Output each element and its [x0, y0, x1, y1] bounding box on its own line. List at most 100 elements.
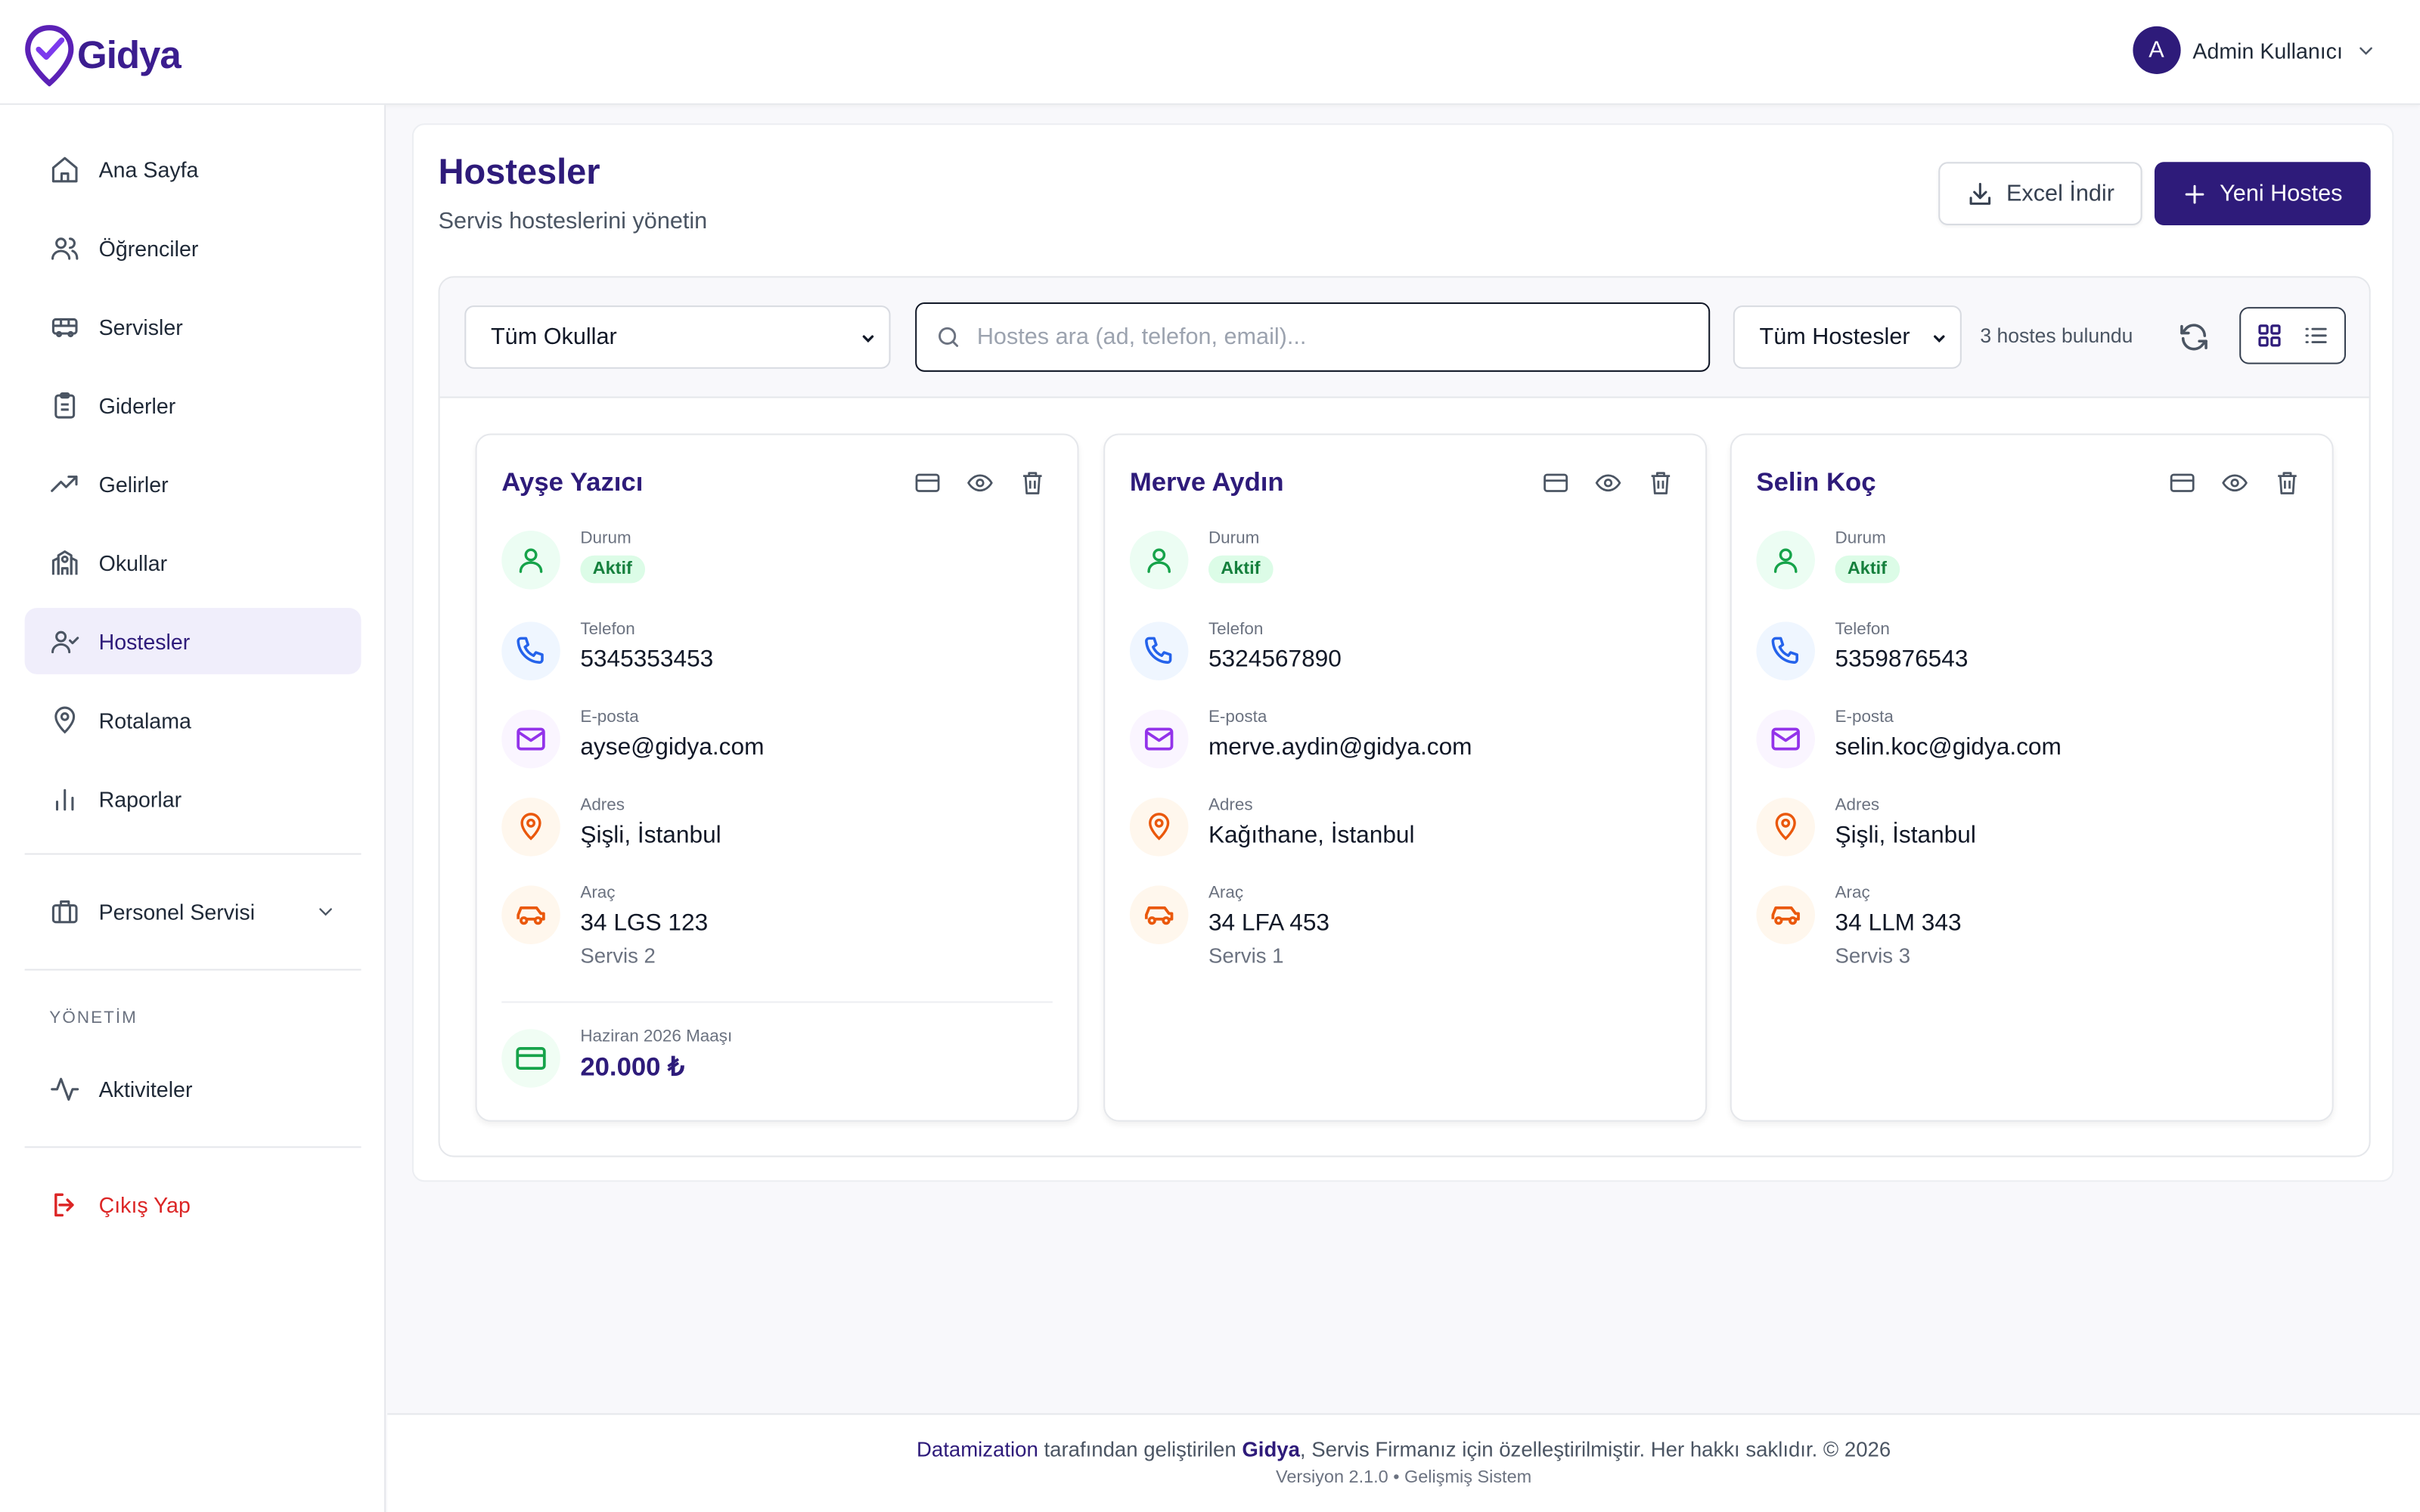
- search-input[interactable]: [976, 324, 1656, 351]
- vehicle-plate: 34 LGS 123: [580, 910, 709, 937]
- footer-product-link[interactable]: Gidya: [1242, 1438, 1300, 1461]
- footer-company-link[interactable]: Datamization: [917, 1438, 1038, 1461]
- email-label: E-posta: [1835, 708, 1894, 727]
- clipboard-icon: [54, 392, 76, 418]
- refresh-icon[interactable]: [2178, 321, 2211, 361]
- logout-label: Çıkış Yap: [98, 1191, 191, 1217]
- address-label: Adres: [1208, 796, 1253, 815]
- sidebar-divider: [24, 968, 361, 971]
- sidebar-item-giderler[interactable]: Giderler: [25, 372, 361, 438]
- sidebar-item-servisler[interactable]: Servisler: [25, 293, 361, 360]
- school-filter-value: Tüm Okullar: [490, 324, 617, 351]
- email-row: E-posta merve.aydin@gidya.com: [1129, 707, 1472, 775]
- filter-bar: Tüm Okullar Tüm Hostesler 3 hostes bulun…: [439, 277, 2369, 398]
- user-name: Admin Kullanıcı: [2192, 37, 2343, 63]
- sidebar-nav: Ana Sayfa Öğrenciler Servisler Giderler …: [24, 136, 361, 844]
- excel-download-button[interactable]: Excel İndir: [1938, 162, 2142, 225]
- grid-view-icon[interactable]: [2257, 323, 2283, 349]
- footer: Datamization tarafından geliştirilen Gid…: [387, 1413, 2420, 1512]
- sidebar-item-label: Okullar: [98, 550, 168, 575]
- sidebar-item-label: Gelirler: [98, 471, 169, 497]
- phone-label: Telefon: [1208, 620, 1264, 639]
- search-field[interactable]: [915, 302, 1711, 372]
- vehicle-row: Araç 34 LFA 453 Servis 1: [1129, 882, 1329, 968]
- sidebar-item-okullar[interactable]: Okullar: [25, 529, 361, 596]
- new-hostess-label: Yeni Hostes: [2220, 180, 2343, 207]
- logo[interactable]: Gidya: [25, 25, 182, 87]
- hostess-name[interactable]: Selin Koç: [1756, 467, 1876, 498]
- eye-icon[interactable]: [2221, 469, 2249, 497]
- user-menu[interactable]: A Admin Kullanıcı: [2132, 26, 2377, 74]
- top-bar: Gidya A Admin Kullanıcı: [0, 0, 2420, 105]
- hostess-name[interactable]: Merve Aydın: [1130, 467, 1284, 498]
- sidebar-item-aktiviteler[interactable]: Aktiviteler: [25, 1055, 361, 1122]
- map-pin-icon: [54, 705, 76, 733]
- sidebar-item-hostesler[interactable]: Hostesler: [24, 608, 361, 674]
- eye-icon[interactable]: [966, 469, 994, 497]
- address-label: Adres: [1835, 796, 1880, 815]
- eye-icon[interactable]: [1594, 469, 1622, 497]
- phone-row: Telefon 5324567890: [1129, 618, 1342, 686]
- sidebar-item-label: Aktiviteler: [98, 1076, 193, 1101]
- hostess-name[interactable]: Ayşe Yazıcı: [501, 467, 643, 498]
- map-pin-icon: [501, 798, 560, 857]
- mail-icon: [1756, 709, 1815, 769]
- user-icon: [1129, 531, 1189, 590]
- hostess-card: Ayşe Yazıcı Durum Aktif Telefon 5345353453 E-…: [475, 433, 1079, 1122]
- sidebar-item-ana-sayfa[interactable]: Ana Sayfa: [25, 136, 361, 203]
- sidebar-item-label: Rotalama: [98, 707, 191, 733]
- map-pin-icon: [1756, 798, 1815, 857]
- vehicle-label: Araç: [580, 884, 616, 903]
- chevron-down-icon: [862, 335, 874, 343]
- trash-icon[interactable]: [1647, 469, 1675, 497]
- status-filter-select[interactable]: Tüm Hostesler: [1733, 305, 1962, 369]
- page-subtitle: Servis hostеslerini yönetin: [438, 208, 708, 235]
- briefcase-icon: [51, 899, 78, 923]
- email-label: E-posta: [580, 708, 639, 727]
- phone-icon: [501, 621, 560, 680]
- mail-icon: [1129, 709, 1189, 769]
- school-filter-select[interactable]: Tüm Okullar: [464, 305, 891, 369]
- credit-card-icon[interactable]: [2168, 469, 2196, 497]
- logo-icon: [25, 25, 74, 87]
- new-hostess-button[interactable]: Yeni Hostes: [2154, 162, 2371, 225]
- email-row: E-posta selin.koc@gidya.com: [1756, 707, 2062, 775]
- sidebar-item-ogrenciler[interactable]: Öğrenciler: [25, 215, 361, 281]
- sidebar-item-gelirler[interactable]: Gelirler: [25, 451, 361, 517]
- bus-icon: [51, 317, 78, 337]
- card-divider: [501, 1001, 1053, 1003]
- trash-icon[interactable]: [1019, 469, 1047, 497]
- credit-card-icon[interactable]: [914, 469, 942, 497]
- list-view-icon[interactable]: [2302, 323, 2328, 349]
- chevron-down-icon: [2360, 46, 2372, 54]
- credit-card-icon[interactable]: [1542, 469, 1570, 497]
- address-value: Şişli, İstanbul: [1835, 822, 1976, 849]
- logout-button[interactable]: Çıkış Yap: [25, 1171, 361, 1238]
- status-label: Durum: [1835, 528, 1886, 548]
- chevron-down-icon: [1934, 335, 1945, 343]
- phone-value: 5345353453: [580, 646, 714, 673]
- car-icon: [501, 885, 560, 944]
- status-row: Durum Aktif: [501, 528, 645, 596]
- email-value: selin.koc@gidya.com: [1835, 734, 2062, 761]
- sidebar-item-label: Raporlar: [98, 785, 182, 811]
- vehicle-service: Servis 3: [1835, 943, 1911, 968]
- excel-download-label: Excel İndir: [2006, 180, 2114, 207]
- address-row: Adres Şişli, İstanbul: [1756, 795, 1976, 863]
- card-actions: [1542, 469, 1675, 497]
- sidebar-item-raporlar[interactable]: Raporlar: [25, 765, 361, 832]
- address-label: Adres: [580, 796, 625, 815]
- sidebar-divider: [24, 853, 361, 855]
- sidebar-item-personel-servisi[interactable]: Personel Servisi: [25, 878, 361, 944]
- vehicle-plate: 34 LLM 343: [1835, 910, 1962, 937]
- vehicle-label: Araç: [1835, 884, 1870, 903]
- activity-icon: [51, 1077, 79, 1100]
- main-content: Hostesler Servis hostеslerini yönetin Ex…: [411, 123, 2394, 1182]
- vehicle-service: Servis 1: [1208, 943, 1284, 968]
- email-label: E-posta: [1208, 708, 1267, 727]
- phone-label: Telefon: [580, 620, 635, 639]
- view-toggle: [2239, 307, 2347, 364]
- sidebar-item-rotalama[interactable]: Rotalama: [25, 686, 361, 753]
- trash-icon[interactable]: [2273, 469, 2301, 497]
- footer-text-mid: tarafından geliştirilen: [1038, 1438, 1243, 1461]
